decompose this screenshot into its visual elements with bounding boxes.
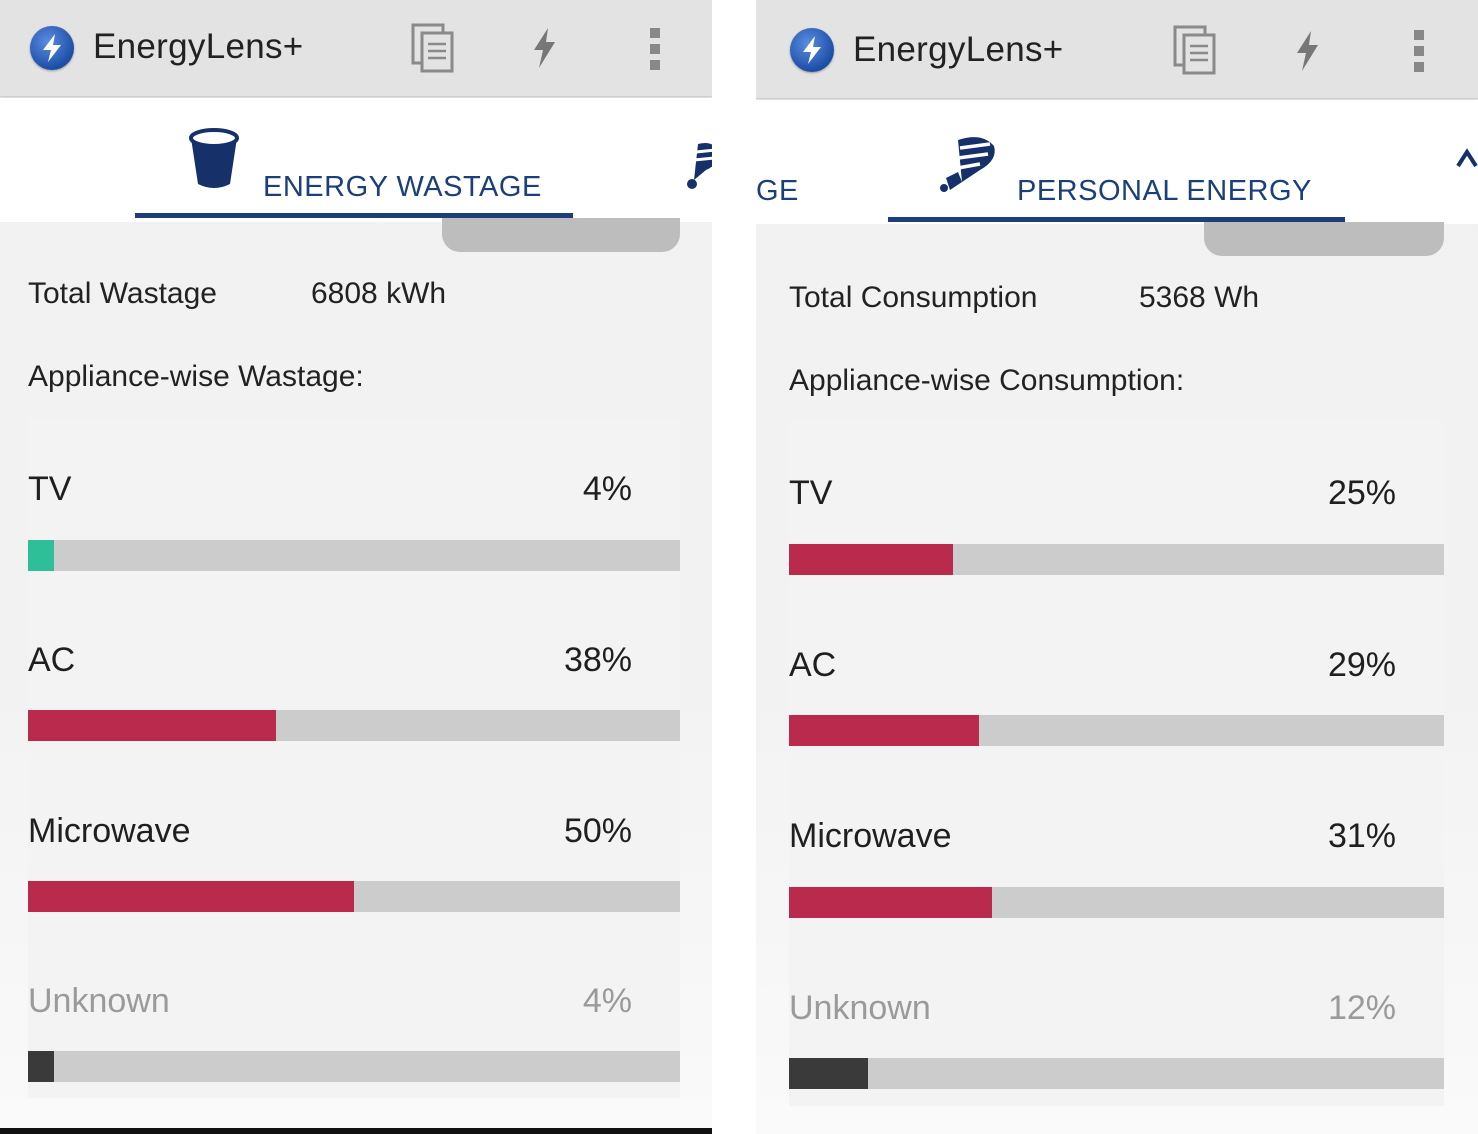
usage-bar-fill [28,1051,55,1082]
summary-value: 6808 kWh [311,277,447,310]
info-chip [442,218,680,252]
usage-bar [789,887,1444,918]
usage-bar-fill [28,881,354,912]
usage-bar-fill [789,715,979,746]
appliance-percent: 12% [1327,989,1396,1027]
usage-bar [789,544,1444,575]
right-phone-screen: EnergyLens+ GE PERSONAL ENERGY Total Con… [756,0,1478,1134]
usage-bar [28,1051,680,1082]
summary-label: Total Consumption [789,281,1038,314]
usage-bar [28,710,680,741]
lightning-bolt-logo-icon[interactable] [30,26,74,70]
copy-document-icon[interactable] [1172,24,1218,81]
appliance-percent: 25% [1327,474,1396,512]
appliance-percent: 38% [563,641,632,679]
appliance-name: AC [789,646,837,684]
appliance-name: Unknown [28,982,170,1020]
appliance-percent: 50% [563,812,632,850]
summary-label: Total Wastage [28,277,217,310]
lightning-bolt-logo-icon[interactable] [790,28,834,72]
usage-bar-fill [28,710,276,741]
tab-label: PERSONAL ENERGY [1017,175,1312,207]
wastage-bucket-icon [188,128,240,195]
usage-bar [789,715,1444,746]
usage-bar [28,540,680,571]
section-heading: Appliance-wise Consumption: [789,364,1185,397]
app-title: EnergyLens+ [93,27,304,66]
tab-label: ENERGY WASTAGE [263,171,542,203]
screen-bottom-edge [0,1128,712,1134]
usage-bar [28,881,680,912]
appliance-name: Unknown [789,989,931,1027]
appliance-percent: 31% [1327,817,1396,855]
tab-strip: ENERGY WASTAGE [0,98,712,222]
left-phone-screen: EnergyLens+ ENERGY WASTAGE Total Wastage… [0,0,712,1134]
appliance-percent: 29% [1327,646,1396,684]
action-bar: EnergyLens+ [756,0,1478,99]
appliance-percent: 4% [582,982,632,1020]
personal-energy-icon[interactable] [684,140,712,197]
lightning-bolt-icon[interactable] [530,28,558,73]
usage-bar-fill [28,540,55,571]
info-chip [1204,222,1444,256]
appliance-percent: 4% [582,470,632,508]
action-bar: EnergyLens+ [0,0,712,97]
usage-bar-fill [789,1058,868,1089]
lightning-bolt-icon[interactable] [1293,31,1321,76]
app-title: EnergyLens+ [853,30,1064,69]
appliance-name: Microwave [28,812,191,850]
overflow-menu-icon[interactable] [648,26,662,77]
appliance-name: TV [789,474,833,512]
appliance-name: AC [28,641,76,679]
summary-value: 5368 Wh [1139,281,1260,314]
tab-previous-fragment[interactable]: GE [756,175,799,208]
personal-energy-icon [936,132,1000,201]
appliance-name: TV [28,470,72,508]
copy-document-icon[interactable] [410,22,456,79]
appliance-name: Microwave [789,817,952,855]
usage-bar-fill [789,887,993,918]
chevron-up-icon[interactable] [1456,148,1478,173]
usage-bar [789,1058,1444,1089]
section-heading: Appliance-wise Wastage: [28,360,364,393]
usage-bar-fill [789,544,953,575]
tab-strip: GE PERSONAL ENERGY [756,100,1478,224]
overflow-menu-icon[interactable] [1412,28,1426,79]
